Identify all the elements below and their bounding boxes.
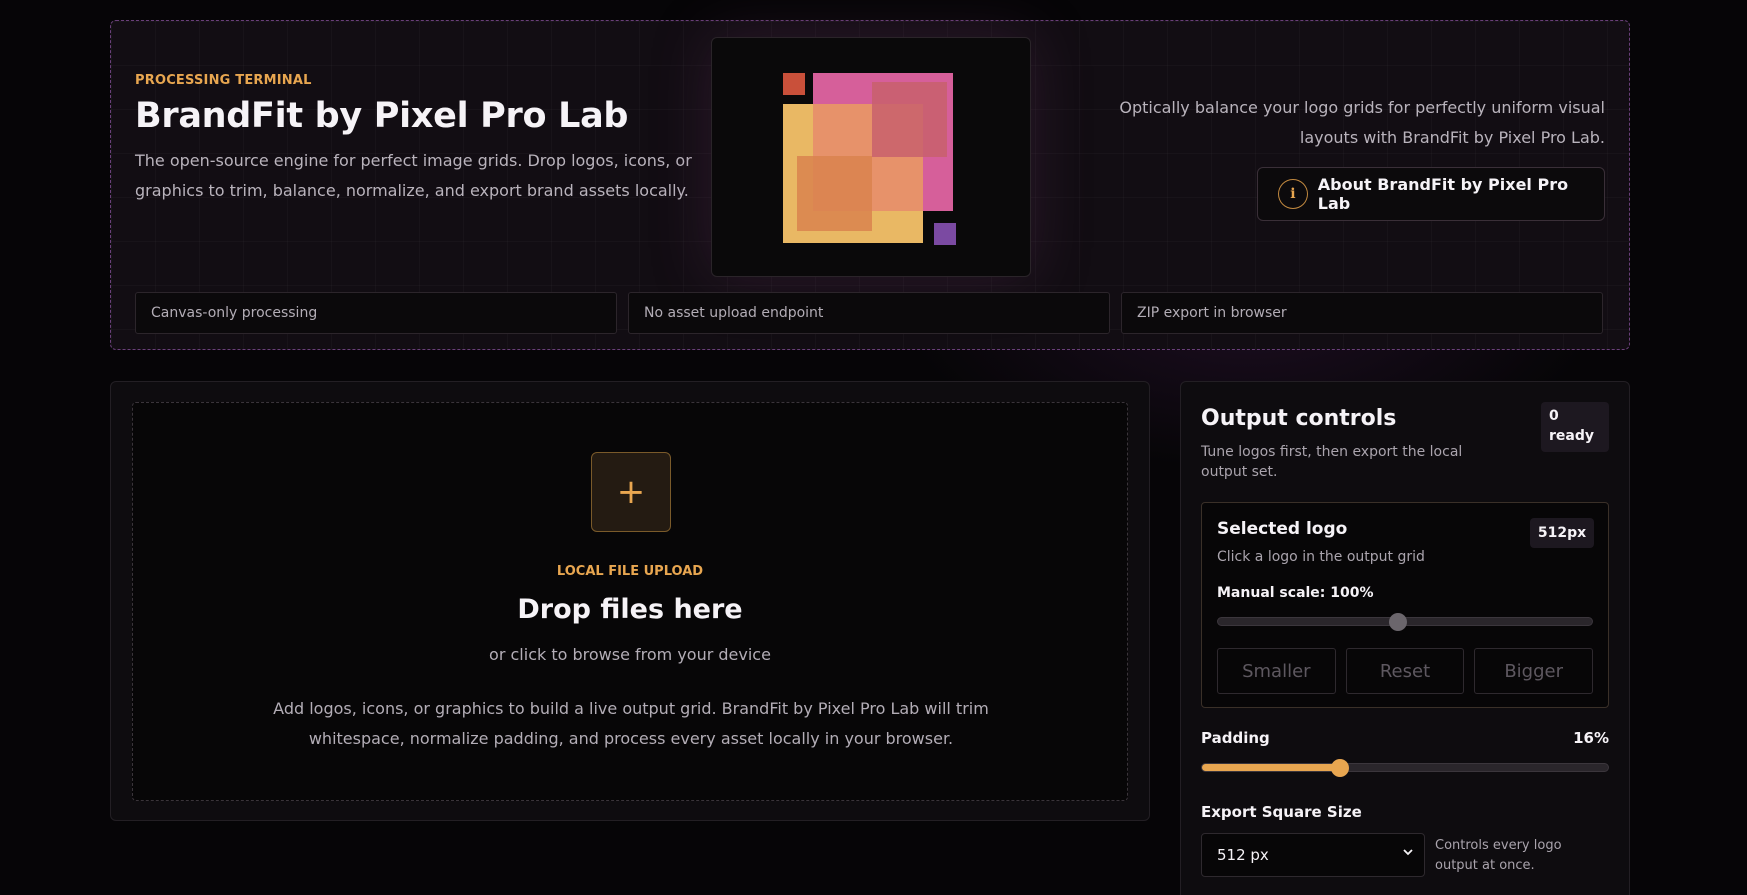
- plus-icon: +: [616, 472, 646, 512]
- hero-description: The open-source engine for perfect image…: [135, 151, 692, 200]
- ready-count-badge: 0 ready: [1541, 402, 1609, 452]
- overlapping-squares-logo: [783, 73, 956, 245]
- page-title: BrandFit by Pixel Pro Lab: [135, 96, 629, 136]
- selected-logo-card: Selected logo Click a logo in the output…: [1201, 502, 1609, 708]
- upload-panel: + LOCAL FILE UPLOAD Drop files here or c…: [110, 381, 1150, 821]
- manual-scale-thumb[interactable]: [1388, 612, 1407, 631]
- selected-logo-hint: Click a logo in the output grid: [1217, 549, 1425, 565]
- export-size-note: Controls every logo output at once.: [1435, 838, 1562, 873]
- art-small-red-square: [783, 73, 805, 95]
- bigger-button[interactable]: Bigger: [1474, 648, 1594, 694]
- about-button-label: About BrandFit by Pixel Pro Lab: [1317, 175, 1569, 213]
- hero-tagline-block: Optically balance your logo grids for pe…: [1105, 93, 1605, 153]
- art-rose-square: [872, 82, 947, 157]
- output-controls-panel: Output controls Tune logos first, then e…: [1180, 381, 1630, 895]
- art-small-purple-square: [934, 223, 956, 245]
- padding-slider[interactable]: [1201, 758, 1609, 777]
- scale-button-row: Smaller Reset Bigger: [1217, 648, 1594, 694]
- hero-tagline: Optically balance your logo grids for pe…: [1119, 98, 1605, 147]
- export-size-select[interactable]: 512 px: [1201, 833, 1425, 877]
- export-size-label: Export Square Size: [1201, 803, 1362, 821]
- padding-label: Padding: [1201, 729, 1270, 747]
- chevron-down-icon: [1402, 846, 1414, 861]
- hero-eyebrow: PROCESSING TERMINAL: [135, 73, 312, 88]
- about-button[interactable]: i About BrandFit by Pixel Pro Lab: [1257, 167, 1605, 221]
- hero-section: PROCESSING TERMINAL BrandFit by Pixel Pr…: [110, 20, 1630, 350]
- smaller-button[interactable]: Smaller: [1217, 648, 1336, 694]
- manual-scale-slider[interactable]: [1217, 612, 1593, 631]
- size-badge: 512px: [1530, 518, 1594, 548]
- hero-intro: PROCESSING TERMINAL BrandFit by Pixel Pr…: [135, 73, 695, 206]
- feature-chip-zip-export: ZIP export in browser: [1121, 292, 1603, 334]
- upload-subtitle: or click to browse from your device: [489, 645, 771, 664]
- selected-logo-title: Selected logo: [1217, 519, 1348, 539]
- controls-title: Output controls: [1201, 406, 1397, 431]
- manual-scale-label: Manual scale: 100%: [1217, 585, 1374, 601]
- upload-description: Add logos, icons, or graphics to build a…: [273, 699, 989, 748]
- padding-value: 16%: [1573, 729, 1609, 747]
- art-orange-square: [797, 156, 872, 231]
- padding-slider-thumb[interactable]: [1331, 758, 1350, 777]
- file-dropzone[interactable]: + LOCAL FILE UPLOAD Drop files here or c…: [132, 402, 1128, 801]
- export-size-value: 512 px: [1217, 846, 1269, 864]
- info-icon: i: [1278, 179, 1308, 209]
- upload-eyebrow: LOCAL FILE UPLOAD: [556, 564, 704, 579]
- feature-chip-no-upload: No asset upload endpoint: [628, 292, 1110, 334]
- upload-title: Drop files here: [517, 594, 743, 625]
- controls-description: Tune logos first, then export the local …: [1201, 444, 1463, 480]
- reset-button[interactable]: Reset: [1345, 648, 1465, 694]
- hero-illustration: [711, 37, 1031, 277]
- padding-slider-fill: [1202, 764, 1341, 771]
- feature-chip-canvas: Canvas-only processing: [135, 292, 617, 334]
- add-files-button[interactable]: +: [591, 452, 671, 532]
